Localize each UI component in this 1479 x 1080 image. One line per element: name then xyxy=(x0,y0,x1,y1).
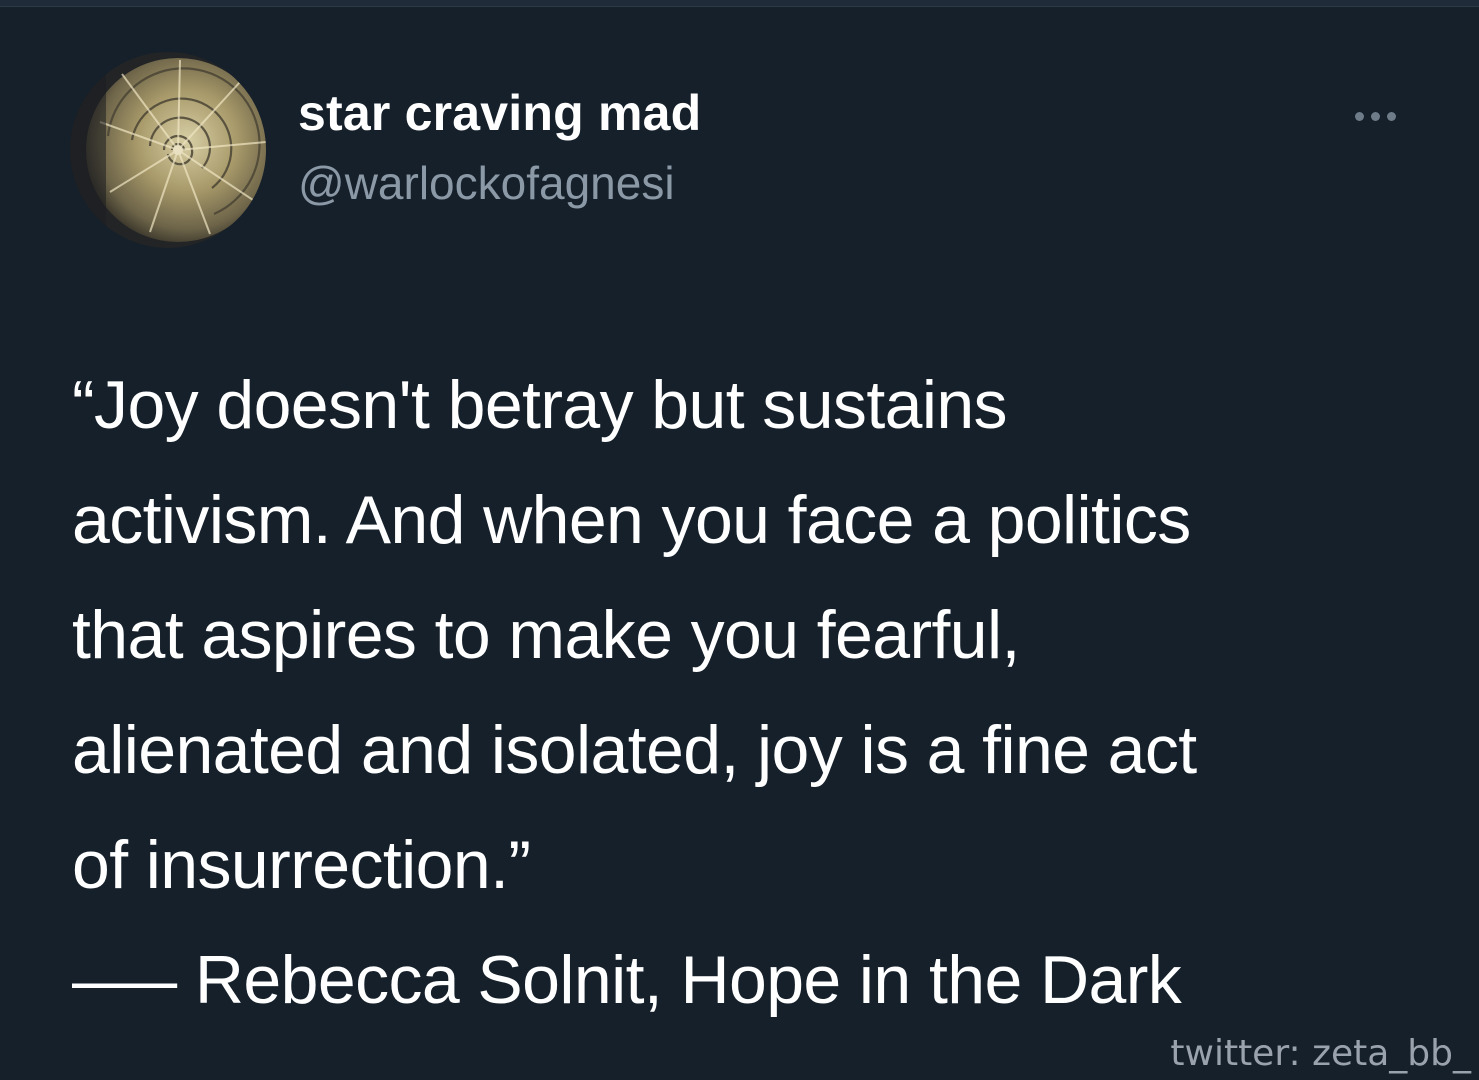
avatar[interactable] xyxy=(70,52,266,248)
nautilus-shell-avatar-icon xyxy=(70,52,266,248)
more-options-icon xyxy=(1354,111,1364,121)
tweet-attribution: —– Rebecca Solnit, Hope in the Dark xyxy=(72,942,1182,1018)
tweet-card: star craving mad @warlockofagnesi “Joy d… xyxy=(0,0,1479,1080)
display-name[interactable]: star craving mad xyxy=(298,84,701,142)
user-handle[interactable]: @warlockofagnesi xyxy=(298,156,675,210)
tweet-line: of insurrection.” xyxy=(72,827,531,903)
tweet-text: “Joy doesn't betray but sustains activis… xyxy=(72,348,1452,1038)
tweet-line: that aspires to make you fearful, xyxy=(72,597,1020,673)
tweet-line: “Joy doesn't betray but sustains xyxy=(72,367,1008,443)
more-options-button[interactable] xyxy=(1340,96,1410,136)
more-options-icon-dot xyxy=(1370,111,1380,121)
more-options-icon-dot xyxy=(1386,111,1396,121)
tweet-line: alienated and isolated, joy is a fine ac… xyxy=(72,712,1197,788)
watermark: twitter: zeta_bb_ xyxy=(1170,1033,1471,1074)
tweet-line: activism. And when you face a politics xyxy=(72,482,1191,558)
